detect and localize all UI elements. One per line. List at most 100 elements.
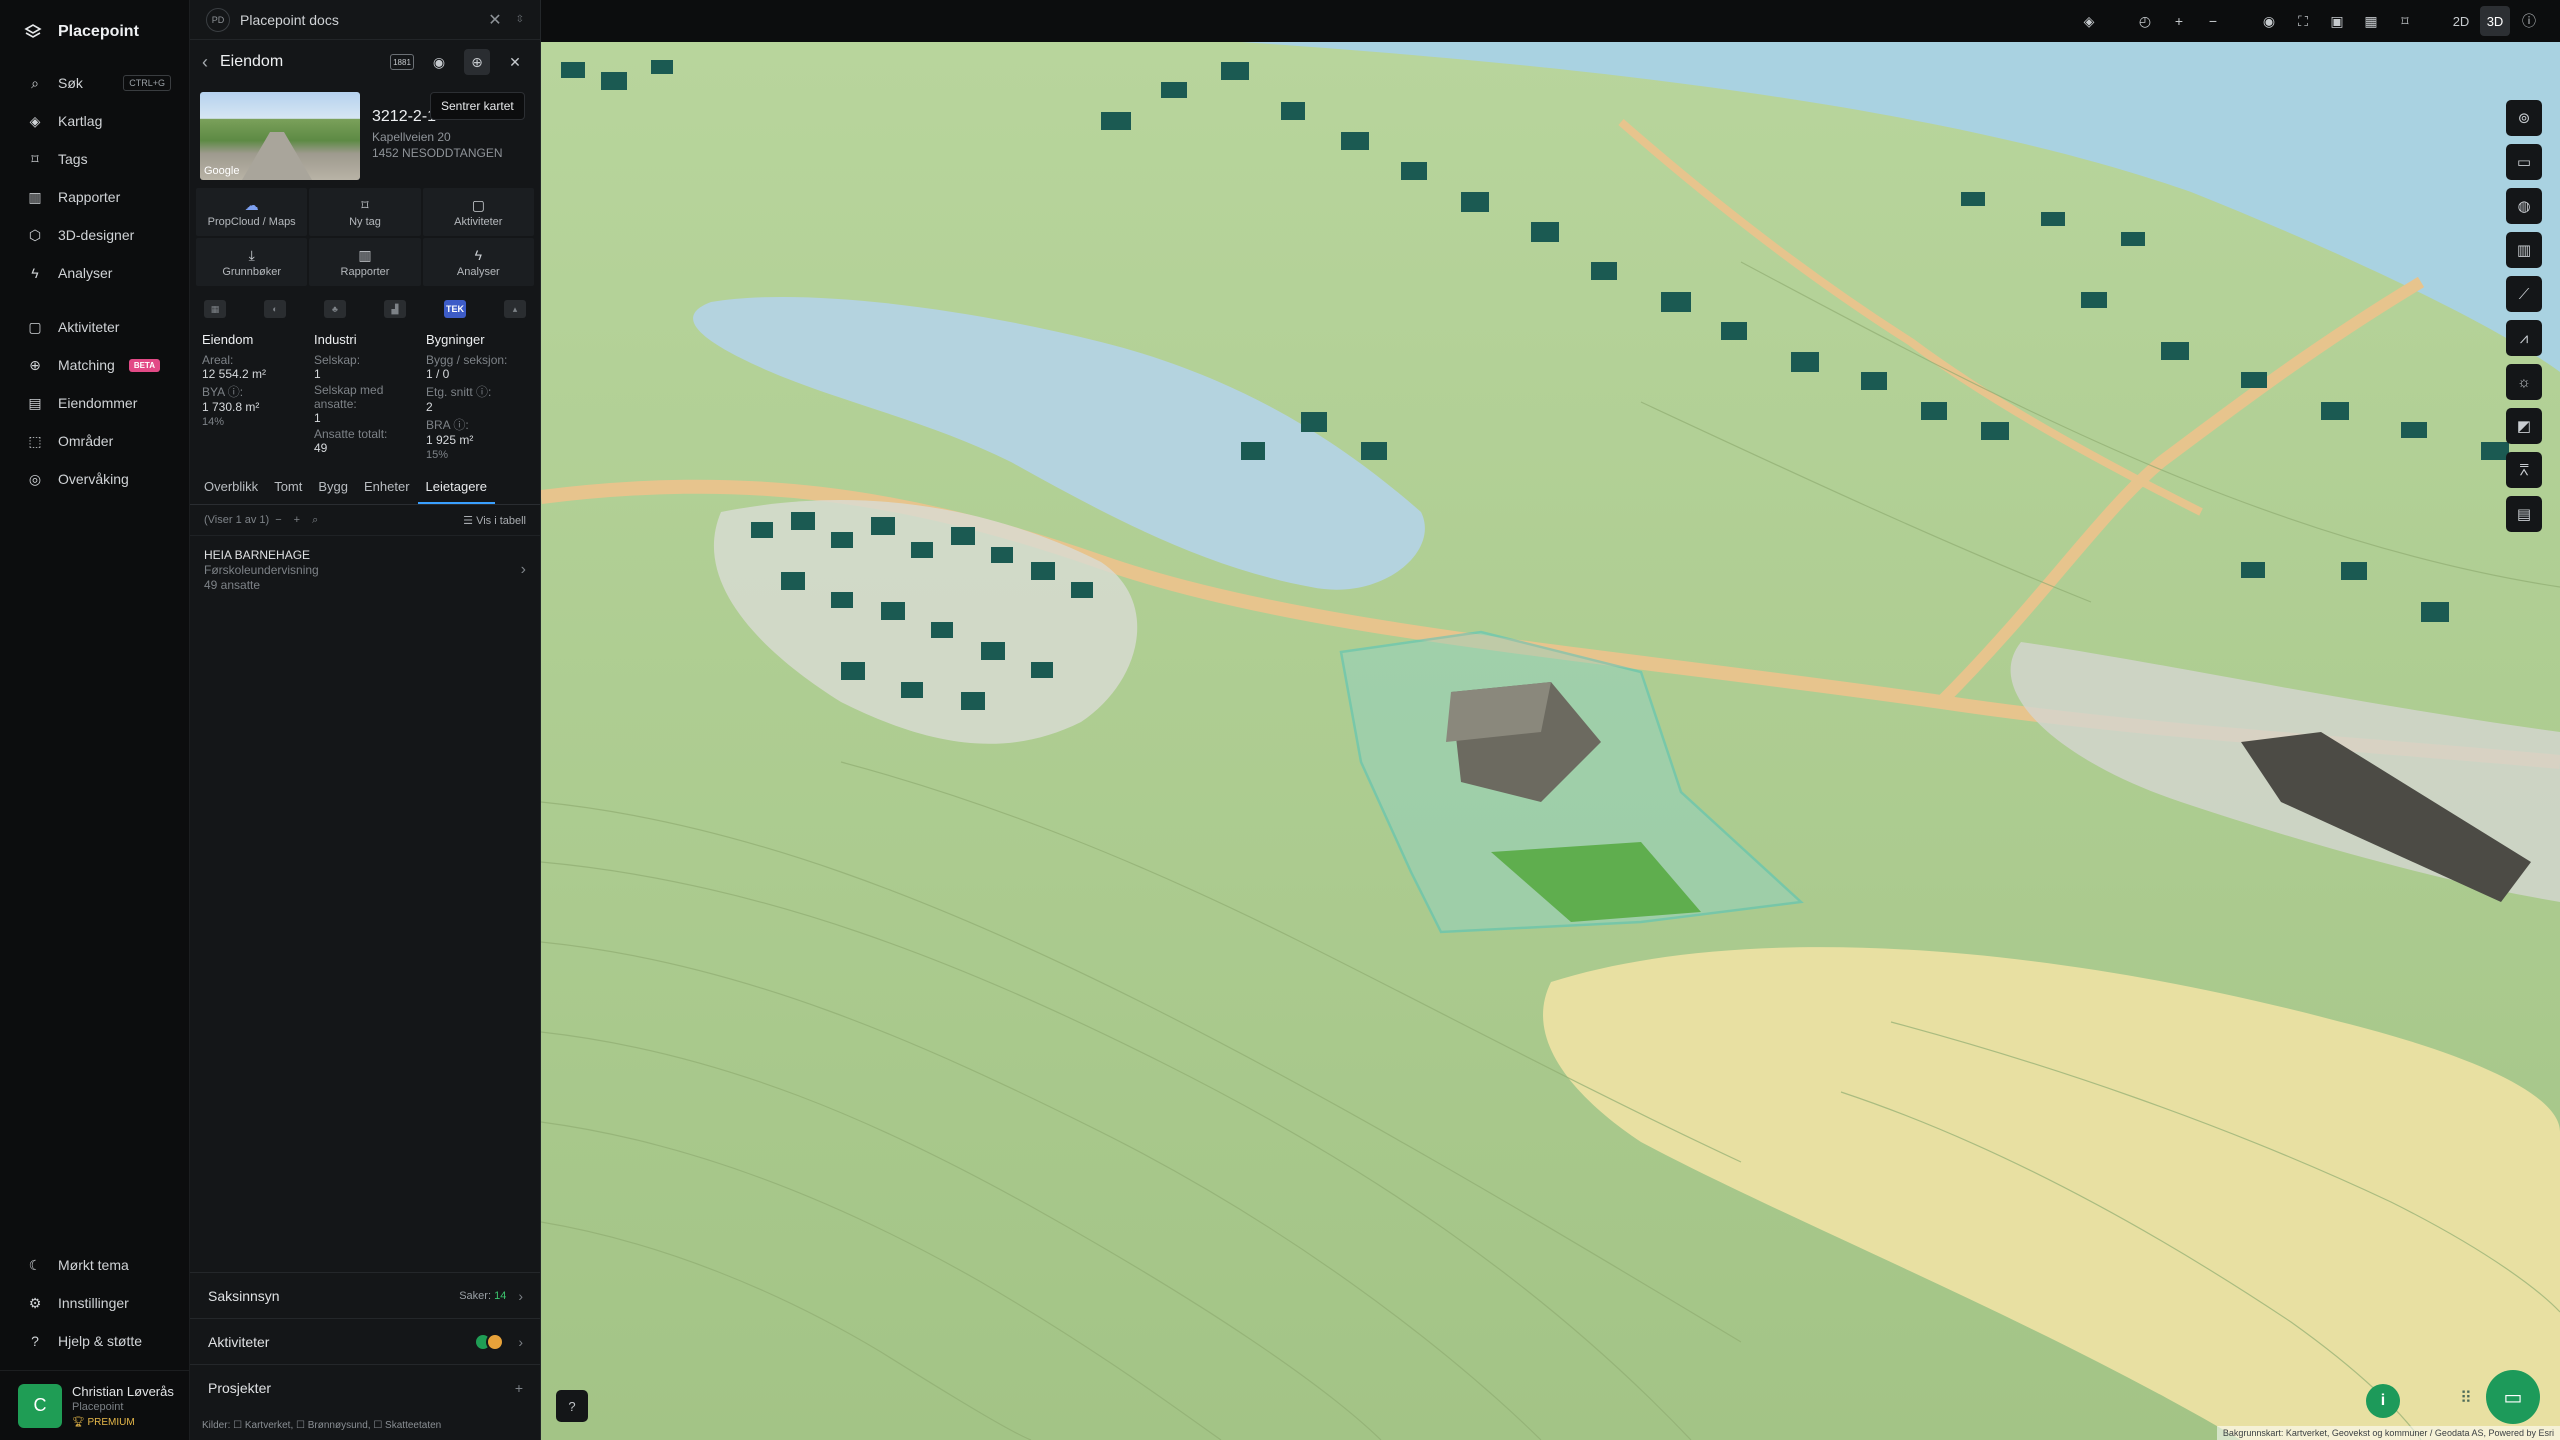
info-button[interactable]: i	[2366, 1384, 2400, 1418]
nav-item-tags[interactable]: ⌑ Tags	[0, 140, 189, 178]
section-saksinnsyn[interactable]: Saksinnsyn Saker: 14 ›	[190, 1272, 541, 1318]
grid-icon[interactable]: ▦	[2356, 6, 2386, 36]
view-3d-icon[interactable]: ◍	[2506, 188, 2542, 224]
apps-grid-icon[interactable]: ⠿	[2460, 1388, 2472, 1408]
bolt-icon: ϟ	[474, 246, 483, 263]
eye-icon[interactable]: ◉	[2254, 6, 2284, 36]
map-view-3d[interactable]: ⊚ ▭ ◍ ▥ ⟋ ⩘ ☼ ◩ ⩞ ▤ Bakgrunnskart: Kartv…	[541, 42, 2560, 1440]
bookmark-icon[interactable]: ⌑	[2390, 6, 2420, 36]
tab-source-1-icon[interactable]: ▦	[204, 300, 226, 318]
table-icon: ☰	[463, 514, 477, 527]
street-view-thumbnail[interactable]: Google	[200, 92, 360, 180]
profile-icon[interactable]: ⩘	[2506, 320, 2542, 356]
action-land-registry[interactable]: ⤓ Grunnbøker	[196, 238, 308, 286]
nav-item-rapporter[interactable]: ▥ Rapporter	[0, 178, 189, 216]
tab-source-4-icon[interactable]: ▟	[384, 300, 406, 318]
info-icon[interactable]: ⓘ	[2514, 6, 2544, 36]
section-prosjekter[interactable]: Prosjekter +	[190, 1364, 541, 1410]
action-new-tag[interactable]: ⌑ Ny tag	[309, 188, 421, 236]
tab-source-2-icon[interactable]: ◐	[264, 300, 286, 318]
tenant-list-toolbar: (Viser 1 av 1) − + ⌕ ☰ Vis i tabell	[190, 505, 540, 535]
doc-avatar: PD	[206, 7, 230, 32]
shadow-icon[interactable]: ◩	[2506, 408, 2542, 444]
nav-label: Aktiviteter	[58, 319, 120, 335]
tab-overblikk[interactable]: Overblikk	[196, 471, 266, 504]
doc-tab[interactable]: PD Placepoint docs ✕ ⇳	[190, 0, 540, 40]
nav-item-overvaking[interactable]: ◎ Overvåking	[0, 460, 189, 498]
chevron-updown-icon[interactable]: ⇳	[516, 14, 524, 25]
help-icon: ?	[31, 1333, 39, 1349]
elevation-icon[interactable]: ⩞	[2506, 452, 2542, 488]
search-icon[interactable]: ⌕	[312, 514, 318, 527]
nav-item-matching[interactable]: ⊕ Matching BETA	[0, 346, 189, 384]
activity-avatars	[474, 1332, 505, 1351]
minus-icon[interactable]: −	[275, 514, 281, 526]
close-doc-icon[interactable]: ✕	[488, 10, 501, 30]
plus-icon[interactable]: +	[294, 514, 300, 526]
list-item[interactable]: HEIA BARNEHAGE Førskoleundervisning 49 a…	[190, 535, 540, 604]
chat-button[interactable]: ▭	[2486, 1370, 2540, 1424]
tab-source-3-icon[interactable]: ♣	[324, 300, 346, 318]
nav-item-3d-designer[interactable]: ⬡ 3D-designer	[0, 216, 189, 254]
eye-icon[interactable]: ◉	[426, 49, 452, 75]
plus-icon[interactable]: +	[515, 1380, 523, 1396]
center-map-icon[interactable]: ⊕	[464, 49, 490, 75]
user-profile[interactable]: C Christian Løverås Placepoint 🏆︎ PREMIU…	[0, 1370, 190, 1440]
stat-value: 2	[426, 400, 433, 414]
nav-item-settings[interactable]: ⚙ Innstillinger	[0, 1284, 190, 1322]
tenant-details: HEIA BARNEHAGE Førskoleundervisning 49 a…	[204, 548, 319, 592]
action-analyses[interactable]: ϟ Analyser	[422, 238, 534, 286]
map-help-button[interactable]: ?	[556, 1390, 588, 1422]
tab-enheter[interactable]: Enheter	[356, 471, 418, 504]
bookmark-icon: ⌑	[361, 196, 369, 213]
tab-source-tek[interactable]: TEK	[444, 300, 466, 318]
brand[interactable]: Placepoint	[0, 0, 189, 64]
nav-item-eiendommer[interactable]: ▤ Eiendommer	[0, 384, 189, 422]
stat-value: 1	[314, 411, 321, 425]
nav-item-dark-theme[interactable]: ☾ Mørkt tema	[0, 1246, 190, 1284]
nav-item-kartlag[interactable]: ◈ Kartlag	[0, 102, 189, 140]
fullscreen-icon[interactable]: ⛶	[2288, 6, 2318, 36]
measure-icon[interactable]: ⟋	[2506, 276, 2542, 312]
back-arrow-icon[interactable]: ‹	[202, 52, 208, 73]
property-city: 1452 NESODDTANGEN	[372, 146, 503, 160]
nav-item-sok[interactable]: ⌕ Søk CTRL+G	[0, 64, 189, 102]
action-activities[interactable]: ▢ Aktiviteter	[422, 188, 534, 236]
mode-3d-button[interactable]: 3D	[2480, 6, 2510, 36]
zoom-out-icon[interactable]: −	[2198, 6, 2228, 36]
map-tool-rail: ⊚ ▭ ◍ ▥ ⟋ ⩘ ☼ ◩ ⩞ ▤	[2506, 100, 2542, 532]
action-propcloud[interactable]: ☁ PropCloud / Maps	[196, 188, 308, 236]
trophy-icon: 🏆︎	[72, 1416, 88, 1428]
mode-2d-button[interactable]: 2D	[2446, 6, 2476, 36]
layers-search-icon[interactable]: ⊚	[2506, 100, 2542, 136]
zoom-in-icon[interactable]: +	[2164, 6, 2194, 36]
camera-icon[interactable]: ▣	[2322, 6, 2352, 36]
tab-tomt[interactable]: Tomt	[266, 471, 310, 504]
sun-icon[interactable]: ☼	[2506, 364, 2542, 400]
nav-item-aktiviteter[interactable]: ▢ Aktiviteter	[0, 308, 189, 346]
chat-icon: ▢	[471, 196, 485, 213]
ruler-icon[interactable]: ▭	[2506, 144, 2542, 180]
nav-label: Eiendommer	[58, 395, 138, 411]
help-icon: ?	[568, 1398, 576, 1414]
nav-item-analyser[interactable]: ϟ Analyser	[0, 254, 189, 292]
nav-item-omrader[interactable]: ⬚ Områder	[0, 422, 189, 460]
layers-stack-icon[interactable]: ◈	[2074, 6, 2104, 36]
user-details: Christian Løverås Placepoint 🏆︎ PREMIUM	[72, 1384, 174, 1428]
stat-value: 1 730.8 m²	[202, 400, 260, 414]
tab-bygg[interactable]: Bygg	[310, 471, 356, 504]
stats-icon[interactable]: ▤	[2506, 496, 2542, 532]
close-icon[interactable]: ✕	[502, 49, 528, 75]
action-reports[interactable]: ▥ Rapporter	[309, 238, 421, 286]
stat-label: BYA ⓘ:	[202, 385, 244, 399]
chart-icon[interactable]: ▥	[2506, 232, 2542, 268]
tab-source-more-icon[interactable]: ▴	[504, 300, 526, 318]
view-table-button[interactable]: ☰ Vis i tabell	[463, 514, 526, 527]
app-root: Placepoint ⌕ Søk CTRL+G ◈ Kartlag ⌑ Tags ▥ Ra…	[0, 0, 2560, 1440]
badge-1881-icon[interactable]: 1881	[390, 54, 414, 70]
section-aktiviteter[interactable]: Aktiviteter ›	[190, 1318, 541, 1364]
tab-leietagere[interactable]: Leietagere	[417, 471, 495, 504]
compass-icon[interactable]: ◴	[2130, 6, 2160, 36]
nav-label: Kartlag	[58, 113, 103, 129]
nav-item-help[interactable]: ? Hjelp & støtte	[0, 1322, 190, 1360]
